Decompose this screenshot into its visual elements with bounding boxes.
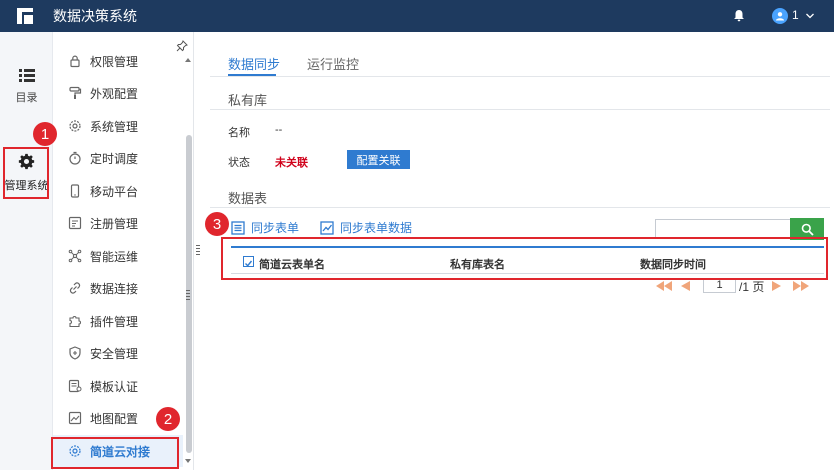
sidebar-item-permission[interactable]: 权限管理 bbox=[53, 45, 183, 77]
app-title: 数据决策系统 bbox=[53, 8, 137, 24]
annotation-badge-2: 2 bbox=[156, 407, 180, 431]
next-page-icon[interactable] bbox=[772, 281, 781, 291]
page-number-input[interactable]: 1 bbox=[703, 278, 736, 293]
search-icon bbox=[801, 223, 814, 236]
shield-icon bbox=[69, 346, 81, 360]
sidebar-item-label: 定时调度 bbox=[90, 151, 139, 166]
data-table-title: 数据表 bbox=[228, 191, 268, 206]
sidebar-item-label: 移动平台 bbox=[90, 184, 139, 199]
pin-icon[interactable] bbox=[176, 40, 188, 52]
sidebar-menu: 权限管理 外观配置 系统管理 定时调度 移动平台 注册管理 智能运维 数据连接 … bbox=[53, 32, 193, 470]
sidebar-item-data-connection[interactable]: 数据连接 bbox=[53, 272, 183, 304]
sidebar-item-security[interactable]: 安全管理 bbox=[53, 337, 183, 369]
app-logo-icon[interactable] bbox=[17, 8, 33, 24]
sidebar-item-appearance[interactable]: 外观配置 bbox=[53, 77, 183, 109]
annotation-badge-1: 1 bbox=[33, 122, 57, 146]
sidebar-item-plugin[interactable]: 插件管理 bbox=[53, 305, 183, 337]
sidebar-item-ops[interactable]: 智能运维 bbox=[53, 240, 183, 272]
sidebar-item-label: 智能运维 bbox=[90, 249, 139, 264]
sync-form-button[interactable]: 同步表单 bbox=[231, 219, 299, 236]
first-page-icon[interactable] bbox=[656, 281, 672, 291]
section-divider bbox=[210, 207, 830, 208]
sync-form-label: 同步表单 bbox=[251, 221, 300, 235]
private-lib-title: 私有库 bbox=[228, 93, 268, 108]
sidebar-item-label: 安全管理 bbox=[90, 346, 139, 361]
tab-data-sync[interactable]: 数据同步 bbox=[228, 54, 280, 73]
annotation-badge-3: 3 bbox=[205, 212, 229, 236]
sync-form-data-label: 同步表单数据 bbox=[340, 221, 413, 235]
tabs-divider bbox=[210, 76, 830, 77]
lock-icon bbox=[70, 55, 80, 68]
list-icon bbox=[18, 69, 35, 82]
sidebar-item-system[interactable]: 系统管理 bbox=[53, 110, 183, 142]
annotation-box-2 bbox=[51, 437, 179, 469]
paint-roller-icon bbox=[69, 86, 82, 99]
status-label: 状态 bbox=[228, 157, 250, 169]
timer-icon bbox=[69, 151, 81, 165]
link-icon bbox=[69, 282, 81, 294]
section-divider bbox=[210, 109, 830, 110]
resize-handle-icon[interactable] bbox=[196, 245, 200, 255]
register-icon bbox=[68, 216, 82, 230]
sidebar-item-label: 模板认证 bbox=[90, 379, 139, 394]
sidebar-item-template-cert[interactable]: 模板认证 bbox=[53, 370, 183, 402]
sidebar-divider bbox=[193, 32, 194, 470]
user-name[interactable]: 1 bbox=[792, 8, 799, 22]
sidebar-item-schedule[interactable]: 定时调度 bbox=[53, 142, 183, 174]
sidebar-item-mobile[interactable]: 移动平台 bbox=[53, 175, 183, 207]
bell-icon[interactable] bbox=[733, 9, 745, 22]
name-value: -- bbox=[275, 124, 283, 136]
prev-page-icon[interactable] bbox=[681, 281, 690, 291]
mobile-icon bbox=[70, 184, 80, 198]
sidebar-item-label: 外观配置 bbox=[90, 86, 139, 101]
sidebar-item-label: 地图配置 bbox=[90, 411, 139, 426]
search-input[interactable] bbox=[655, 219, 791, 239]
page-total: /1 页 bbox=[739, 280, 765, 294]
config-link-button[interactable]: 配置关联 bbox=[347, 150, 410, 169]
chevron-down-icon[interactable] bbox=[805, 11, 815, 21]
rail-label-catalog: 目录 bbox=[15, 92, 38, 104]
gear-icon bbox=[69, 120, 81, 132]
sidebar-item-label: 数据连接 bbox=[90, 281, 139, 296]
sidebar-item-label: 系统管理 bbox=[90, 119, 139, 134]
sidebar-item-label: 插件管理 bbox=[90, 314, 139, 329]
form-icon bbox=[231, 220, 245, 235]
icon-rail: 目录 管理系统 bbox=[0, 32, 53, 470]
sidebar-item-register[interactable]: 注册管理 bbox=[53, 207, 183, 239]
line-chart-icon bbox=[320, 220, 334, 235]
rail-item-catalog[interactable]: 目录 bbox=[0, 68, 53, 105]
sync-form-data-button[interactable]: 同步表单数据 bbox=[320, 219, 412, 236]
map-icon bbox=[68, 411, 82, 425]
status-value: 未关联 bbox=[275, 157, 308, 169]
last-page-icon[interactable] bbox=[793, 281, 809, 291]
annotation-box-3 bbox=[221, 237, 828, 280]
tab-run-monitor[interactable]: 运行监控 bbox=[307, 54, 359, 73]
sidebar-item-label: 权限管理 bbox=[90, 54, 139, 69]
top-bar: 数据决策系统 bbox=[0, 0, 834, 32]
annotation-box-1 bbox=[3, 147, 49, 199]
puzzle-icon bbox=[69, 316, 81, 328]
network-icon bbox=[68, 249, 82, 263]
scrollbar-grip-icon bbox=[186, 290, 190, 300]
certificate-icon bbox=[68, 379, 82, 393]
sidebar-item-label: 注册管理 bbox=[90, 216, 139, 231]
user-avatar-icon[interactable] bbox=[772, 8, 788, 24]
name-label: 名称 bbox=[228, 127, 250, 139]
